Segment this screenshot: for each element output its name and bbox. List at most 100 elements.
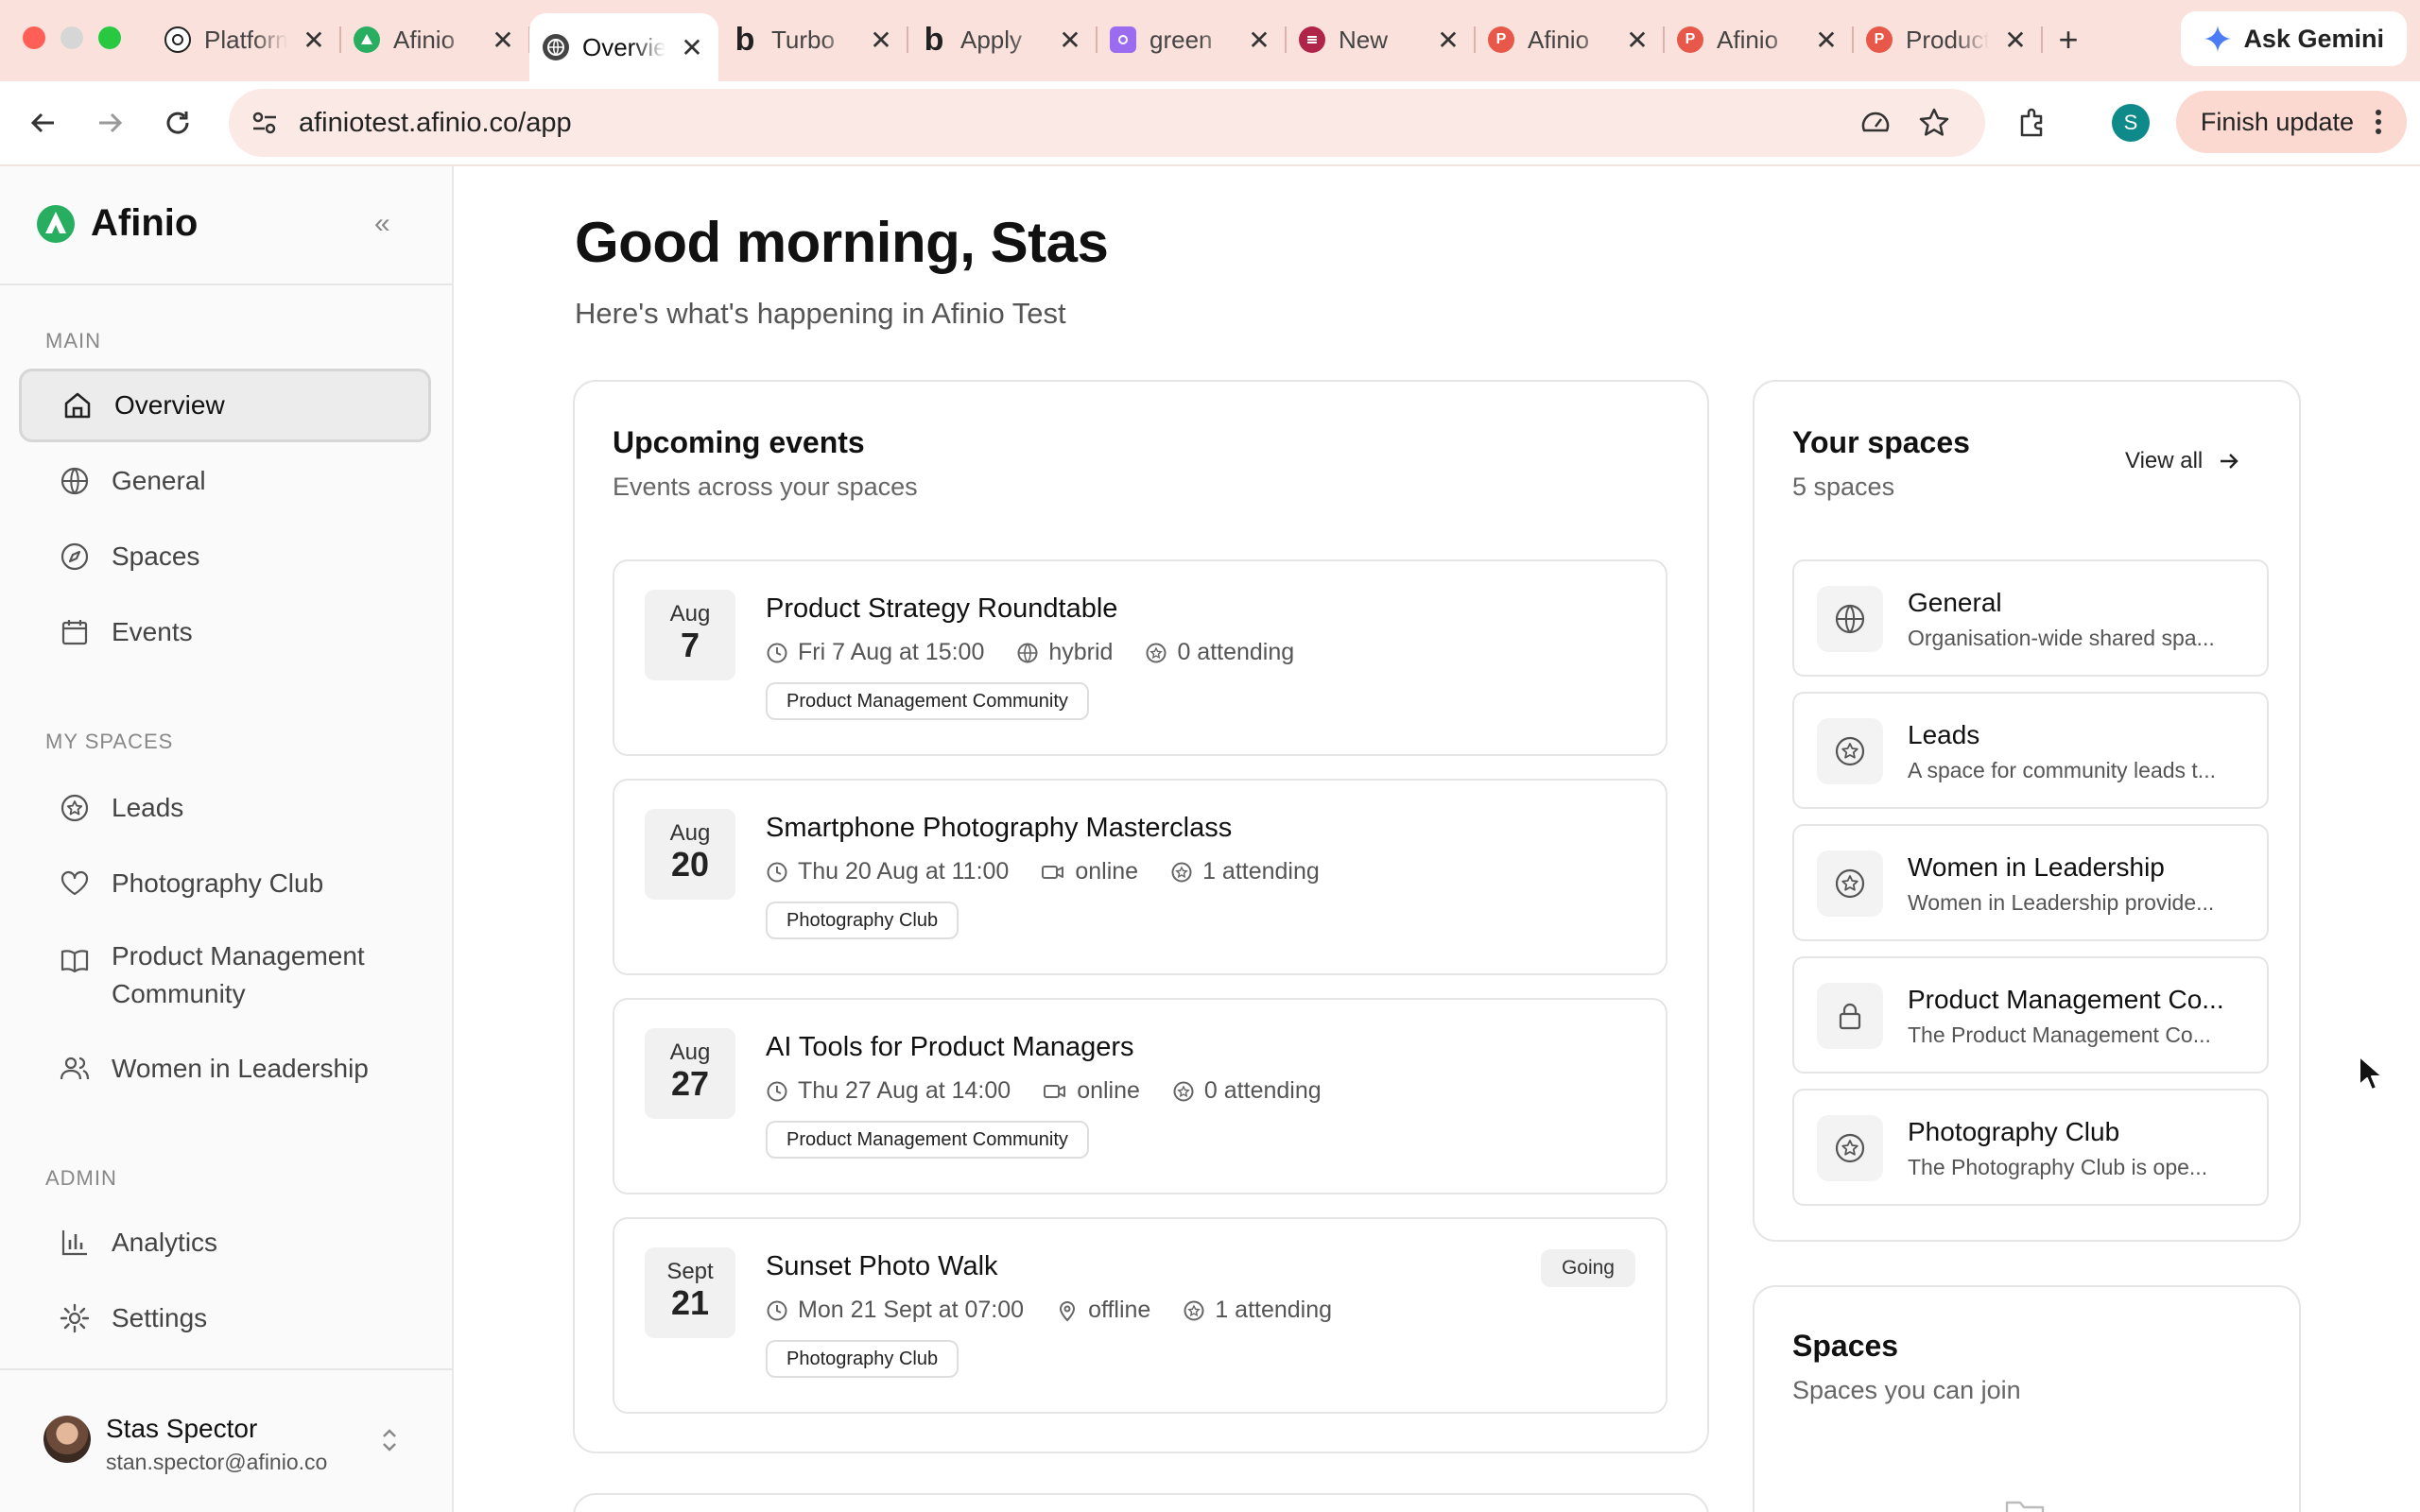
event-space-tag[interactable]: Photography Club — [766, 1340, 959, 1378]
browser-tab-active[interactable]: Overview ✕ — [529, 13, 718, 81]
forward-button[interactable] — [85, 98, 134, 147]
space-item-women-in-leadership[interactable]: Women in Leadership Women in Leadership … — [1792, 824, 2269, 941]
event-item[interactable]: Aug 20 Smartphone Photography Masterclas… — [613, 779, 1668, 975]
browser-tab[interactable]: P Afinio ✕ — [1664, 13, 1854, 66]
sidebar-item-label: Spaces — [112, 541, 200, 571]
browser-tab[interactable]: Afinio ✕ — [340, 13, 530, 66]
space-item-leads[interactable]: Leads A space for community leads t... — [1792, 692, 2269, 809]
sidebar-divider — [0, 284, 452, 285]
address-bar[interactable]: afiniotest.afinio.co/app — [229, 89, 1985, 157]
card-title: Upcoming events — [613, 425, 865, 459]
p-icon: P — [1866, 26, 1893, 53]
tab-close-icon[interactable]: ✕ — [490, 25, 516, 56]
brand[interactable]: Afinio — [36, 202, 198, 245]
tab-close-icon[interactable]: ✕ — [679, 32, 705, 63]
sidebar-item-women-in-leadership[interactable]: Women in Leadership — [19, 1032, 431, 1106]
reload-button[interactable] — [153, 98, 202, 147]
event-when: Fri 7 Aug at 15:00 — [798, 639, 985, 665]
ask-gemini-button[interactable]: Ask Gemini — [2181, 11, 2407, 66]
sidebar-item-label: Overview — [114, 390, 225, 420]
sidebar-item-label: Events — [112, 617, 193, 646]
sidebar-item-overview[interactable]: Overview — [19, 369, 431, 442]
browser-tab[interactable]: b Apply ✕ — [908, 13, 1098, 66]
tab-strip: Platform ✕ Afinio ✕ Overview ✕ b Turbo ✕… — [151, 13, 2095, 81]
tab-close-icon[interactable]: ✕ — [868, 25, 894, 56]
sidebar-item-product-management-community[interactable]: Product Management Community — [19, 922, 431, 1013]
extensions-button[interactable] — [2008, 98, 2057, 147]
browser-tab[interactable]: P Product ✕ — [1853, 13, 2043, 66]
site-settings-icon[interactable] — [250, 108, 280, 138]
bookmark-star-icon[interactable] — [1917, 106, 1951, 140]
browser-tab[interactable]: P Afinio ✕ — [1475, 13, 1665, 66]
event-title[interactable]: Sunset Photo Walk — [766, 1251, 998, 1282]
event-month: Aug — [669, 820, 711, 846]
tab-close-icon[interactable]: ✕ — [1624, 25, 1651, 56]
space-description: The Product Management Co... — [1908, 1022, 2211, 1047]
window-minimize-button[interactable] — [60, 26, 83, 49]
reload-icon — [166, 112, 189, 134]
page-title: Good morning, Stas — [575, 211, 1109, 274]
space-item-product-management[interactable]: Product Management Co... The Product Man… — [1792, 956, 2269, 1074]
tab-close-icon[interactable]: ✕ — [1057, 25, 1083, 56]
event-space-tag[interactable]: Product Management Community — [766, 1121, 1089, 1159]
afinio-logo-icon — [36, 204, 76, 244]
more-vert-icon[interactable] — [2375, 109, 2382, 135]
chevron-up-down-icon[interactable] — [380, 1425, 399, 1455]
tab-close-icon[interactable]: ✕ — [1246, 25, 1272, 56]
window-close-button[interactable] — [23, 26, 45, 49]
url-text[interactable]: afiniotest.afinio.co/app — [299, 108, 572, 139]
view-all-link[interactable]: View all — [2125, 448, 2240, 474]
event-item[interactable]: Sept 21 Sunset Photo Walk Mon 21 Sept at… — [613, 1217, 1668, 1414]
space-item-general[interactable]: General Organisation-wide shared spa... — [1792, 559, 2269, 677]
profile-avatar[interactable]: S — [2112, 104, 2150, 142]
user-menu[interactable]: Stas Spector stan.spector@afinio.co — [0, 1368, 452, 1512]
new-tab-button[interactable]: + — [2042, 13, 2095, 66]
sidebar-item-analytics[interactable]: Analytics — [19, 1206, 431, 1280]
tab-close-icon[interactable]: ✕ — [1435, 25, 1461, 56]
sidebar-item-leads[interactable]: Leads — [19, 771, 431, 845]
event-title[interactable]: AI Tools for Product Managers — [766, 1032, 1134, 1063]
event-space-tag[interactable]: Photography Club — [766, 902, 959, 939]
space-name: Product Management Co... — [1908, 985, 2224, 1014]
finish-update-label: Finish update — [2200, 107, 2354, 136]
star-badge-icon — [1145, 642, 1167, 664]
browser-tab[interactable]: b Turbo ✕ — [718, 13, 908, 66]
finish-update-button[interactable]: Finish update — [2175, 91, 2407, 153]
event-title[interactable]: Product Strategy Roundtable — [766, 593, 1117, 625]
ask-gemini-label: Ask Gemini — [2243, 24, 2384, 53]
home-icon — [61, 389, 94, 421]
sidebar-item-photography-club[interactable]: Photography Club — [19, 847, 431, 920]
window-zoom-button[interactable] — [98, 26, 121, 49]
event-item[interactable]: Aug 27 AI Tools for Product Managers Thu… — [613, 998, 1668, 1194]
collapse-sidebar-icon[interactable]: « — [374, 208, 390, 240]
sidebar-item-general[interactable]: General — [19, 444, 431, 518]
browser-tab[interactable]: New ✕ — [1286, 13, 1476, 66]
space-name: General — [1908, 588, 2002, 617]
space-description: A space for community leads t... — [1908, 758, 2216, 782]
tab-close-icon[interactable]: ✕ — [1813, 25, 1840, 56]
browser-tab[interactable]: Platform ✕ — [151, 13, 341, 66]
users-icon — [59, 1053, 91, 1085]
tab-close-icon[interactable]: ✕ — [2002, 25, 2029, 56]
card-subtitle: Spaces you can join — [1792, 1376, 2021, 1404]
browser-tab[interactable]: green ✕ — [1097, 13, 1287, 66]
sidebar-item-label: Settings — [112, 1303, 208, 1332]
sidebar-item-spaces[interactable]: Spaces — [19, 520, 431, 593]
event-title[interactable]: Smartphone Photography Masterclass — [766, 813, 1232, 844]
tab-title: New — [1339, 25, 1389, 54]
sidebar-item-events[interactable]: Events — [19, 595, 431, 669]
brand-name: Afinio — [91, 202, 199, 244]
event-space-tag[interactable]: Product Management Community — [766, 682, 1089, 720]
pin-icon — [1056, 1299, 1079, 1322]
your-spaces-card: Your spaces 5 spaces View all General Or… — [1753, 380, 2301, 1242]
event-item[interactable]: Aug 7 Product Strategy Roundtable Fri 7 … — [613, 559, 1668, 756]
page-subtitle: Here's what's happening in Afinio Test — [575, 297, 1066, 330]
sidebar-item-settings[interactable]: Settings — [19, 1281, 431, 1355]
space-item-photography-club[interactable]: Photography Club The Photography Club is… — [1792, 1089, 2269, 1206]
performance-icon[interactable] — [1858, 106, 1893, 140]
user-email: stan.spector@afinio.co — [106, 1450, 328, 1474]
back-button[interactable] — [19, 98, 68, 147]
star-badge-icon — [59, 792, 91, 824]
globe-icon — [1016, 642, 1039, 664]
tab-close-icon[interactable]: ✕ — [301, 25, 327, 56]
